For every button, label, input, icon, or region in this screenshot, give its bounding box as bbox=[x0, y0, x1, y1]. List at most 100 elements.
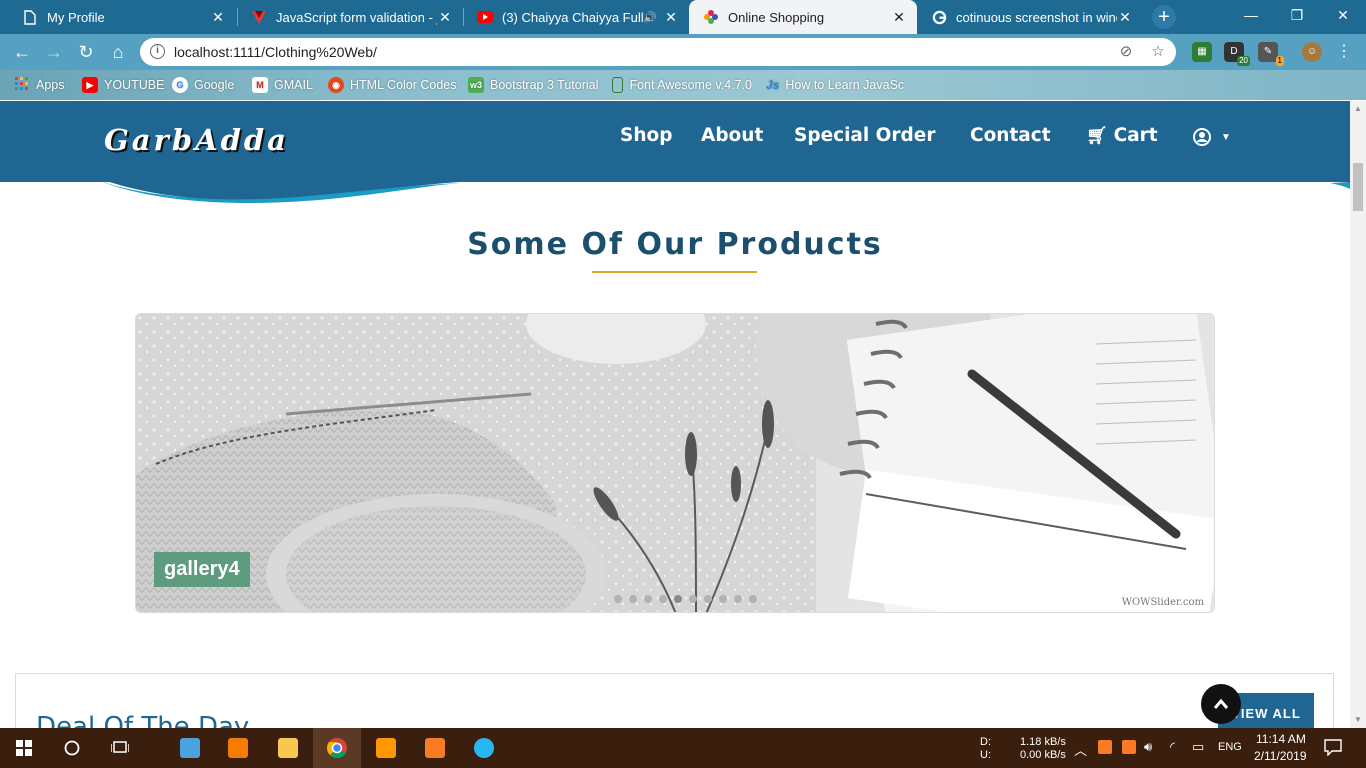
tab-online-shopping[interactable]: Online Shopping ✕ bbox=[689, 0, 917, 34]
slider-dot[interactable] bbox=[674, 595, 682, 603]
chrome-icon[interactable] bbox=[313, 728, 361, 768]
bookmark-learn-javascript[interactable]: Js How to Learn JavaScr bbox=[766, 76, 904, 94]
minimize-icon[interactable]: — bbox=[1228, 0, 1274, 30]
extension-downloads-icon[interactable]: D 20 bbox=[1224, 42, 1250, 66]
site-logo[interactable]: GarbAdda bbox=[104, 123, 289, 157]
product-image-slider[interactable]: gallery4 WOWSlider.com bbox=[135, 313, 1215, 613]
google-icon: G bbox=[172, 77, 188, 93]
file-explorer-icon[interactable] bbox=[264, 728, 312, 768]
font-awesome-icon bbox=[612, 77, 624, 93]
page-viewport: GarbAdda Shop About Special Order Contac… bbox=[0, 101, 1366, 728]
slider-dot[interactable] bbox=[734, 595, 742, 603]
user-account-dropdown[interactable]: ▼ bbox=[1193, 126, 1231, 147]
address-bar[interactable]: i ⊘ ☆ bbox=[140, 38, 1176, 66]
kebab-menu-icon[interactable]: ⋮ bbox=[1334, 42, 1354, 62]
notifications-icon[interactable] bbox=[1324, 738, 1342, 768]
slide-image bbox=[136, 314, 1214, 612]
show-hidden-icons-icon[interactable]: ︿ bbox=[1074, 740, 1087, 768]
bookmark-bootstrap-tutorial[interactable]: w3 Bootstrap 3 Tutorial bbox=[468, 76, 598, 94]
tab-my-profile[interactable]: My Profile ✕ bbox=[8, 0, 236, 34]
close-icon[interactable]: ✕ bbox=[663, 9, 679, 26]
cortana-search-icon[interactable] bbox=[48, 728, 96, 768]
clock-date[interactable]: 2/11/2019 bbox=[1254, 749, 1307, 768]
network-up-label: U: bbox=[980, 749, 991, 761]
page-scrollbar[interactable]: ▲ ▼ bbox=[1350, 101, 1366, 728]
close-window-icon[interactable]: ✕ bbox=[1320, 0, 1366, 30]
js-icon: Js bbox=[766, 78, 780, 92]
xampp-control-tray-icon[interactable] bbox=[1122, 740, 1136, 754]
title-underline bbox=[592, 271, 757, 273]
youtube-icon: ▶ bbox=[82, 77, 98, 93]
scroll-down-icon[interactable]: ▼ bbox=[1350, 712, 1366, 728]
site-info-icon[interactable]: i bbox=[150, 44, 165, 59]
bookmark-font-awesome[interactable]: Font Awesome v.4.7.0 bbox=[612, 76, 752, 94]
slider-dot[interactable] bbox=[644, 595, 652, 603]
computer-app-icon[interactable] bbox=[166, 728, 214, 768]
slider-credit[interactable]: WOWSlider.com bbox=[1117, 596, 1208, 609]
language-indicator[interactable]: ENG bbox=[1218, 741, 1242, 768]
section-title: Some Of Our Products bbox=[467, 227, 883, 262]
nav-cart-label: Cart bbox=[1113, 125, 1158, 146]
close-icon[interactable]: ✕ bbox=[1117, 9, 1133, 26]
tab-title: (3) Chaiyya Chaiyya Full Vi bbox=[502, 9, 644, 25]
back-arrow-icon[interactable]: ← bbox=[10, 40, 34, 64]
close-icon[interactable]: ✕ bbox=[210, 9, 226, 26]
bookmark-gmail[interactable]: M GMAIL bbox=[252, 76, 313, 94]
tab-youtube-video[interactable]: (3) Chaiyya Chaiyya Full Vi 🔊 ✕ bbox=[463, 0, 689, 34]
speaker-icon[interactable]: 🔊 bbox=[643, 11, 657, 24]
html-color-codes-icon: ◉ bbox=[328, 77, 344, 93]
sublime-text-icon[interactable] bbox=[362, 728, 410, 768]
close-icon[interactable]: ✕ bbox=[437, 9, 453, 26]
bookmark-label: How to Learn JavaScr bbox=[785, 78, 904, 92]
volume-icon[interactable]: 🔊︎ bbox=[1144, 739, 1152, 768]
profile-avatar[interactable]: ☺ bbox=[1302, 42, 1322, 62]
extension-tools-icon[interactable]: ✎ 1 bbox=[1258, 42, 1284, 66]
header-wave-decoration bbox=[0, 179, 1350, 203]
home-icon[interactable]: ⌂ bbox=[106, 40, 130, 64]
restore-icon[interactable]: ❐ bbox=[1274, 0, 1320, 30]
network-up-speed: 0.00 kB/s bbox=[1020, 749, 1066, 761]
slider-dot[interactable] bbox=[614, 595, 622, 603]
bookmark-star-icon[interactable]: ☆ bbox=[1148, 42, 1168, 62]
bookmark-apps[interactable]: Apps bbox=[14, 76, 65, 94]
scrollbar-thumb[interactable] bbox=[1353, 163, 1363, 211]
wifi-icon[interactable]: ◜ bbox=[1170, 739, 1175, 768]
slider-dot[interactable] bbox=[719, 595, 727, 603]
url-input[interactable] bbox=[174, 42, 1074, 62]
colorful-flower-icon bbox=[703, 9, 719, 25]
translate-blocked-icon[interactable]: ⊘ bbox=[1116, 42, 1136, 62]
reload-icon[interactable]: ↻ bbox=[74, 40, 98, 64]
bookmark-youtube[interactable]: ▶ YOUTUBE bbox=[82, 76, 164, 94]
bookmark-google[interactable]: G Google bbox=[172, 76, 234, 94]
slider-dot[interactable] bbox=[659, 595, 667, 603]
xampp-icon[interactable] bbox=[411, 728, 459, 768]
slider-dot[interactable] bbox=[749, 595, 757, 603]
bookmark-label: Font Awesome v.4.7.0 bbox=[629, 78, 752, 92]
tab-javascript-validation[interactable]: JavaScript form validation - jav ✕ bbox=[237, 0, 463, 34]
tab-google-search[interactable]: cotinuous screenshot in windo ✕ bbox=[917, 0, 1143, 34]
new-tab-button[interactable]: + bbox=[1152, 5, 1176, 29]
media-player-icon[interactable] bbox=[214, 728, 262, 768]
nav-special-order[interactable]: Special Order bbox=[794, 125, 935, 146]
nav-cart[interactable]: 🛒︎ Cart bbox=[1086, 125, 1158, 146]
forward-arrow-icon[interactable]: → bbox=[42, 40, 66, 64]
w3schools-icon: w3 bbox=[468, 77, 484, 93]
gmail-icon: M bbox=[252, 77, 268, 93]
slider-dot[interactable] bbox=[689, 595, 697, 603]
nav-about[interactable]: About bbox=[701, 125, 763, 146]
snipping-tool-icon[interactable] bbox=[460, 728, 508, 768]
slider-dot[interactable] bbox=[704, 595, 712, 603]
battery-icon[interactable]: ▭ bbox=[1192, 739, 1204, 768]
scroll-up-icon[interactable]: ▲ bbox=[1350, 101, 1366, 117]
slider-dot[interactable] bbox=[629, 595, 637, 603]
xampp-tray-icon[interactable] bbox=[1098, 740, 1112, 754]
bookmark-html-color-codes[interactable]: ◉ HTML Color Codes bbox=[328, 76, 457, 94]
windows-start-icon[interactable] bbox=[0, 728, 48, 768]
close-icon[interactable]: ✕ bbox=[891, 9, 907, 26]
scroll-to-top-button[interactable] bbox=[1201, 684, 1241, 724]
nav-contact[interactable]: Contact bbox=[970, 125, 1051, 146]
bookmarks-bar: Apps ▶ YOUTUBE G Google M GMAIL ◉ HTML C… bbox=[0, 70, 1366, 100]
nav-shop[interactable]: Shop bbox=[620, 125, 672, 146]
extension-meter-icon[interactable]: ▦ bbox=[1192, 42, 1212, 62]
task-view-icon[interactable] bbox=[96, 728, 144, 768]
